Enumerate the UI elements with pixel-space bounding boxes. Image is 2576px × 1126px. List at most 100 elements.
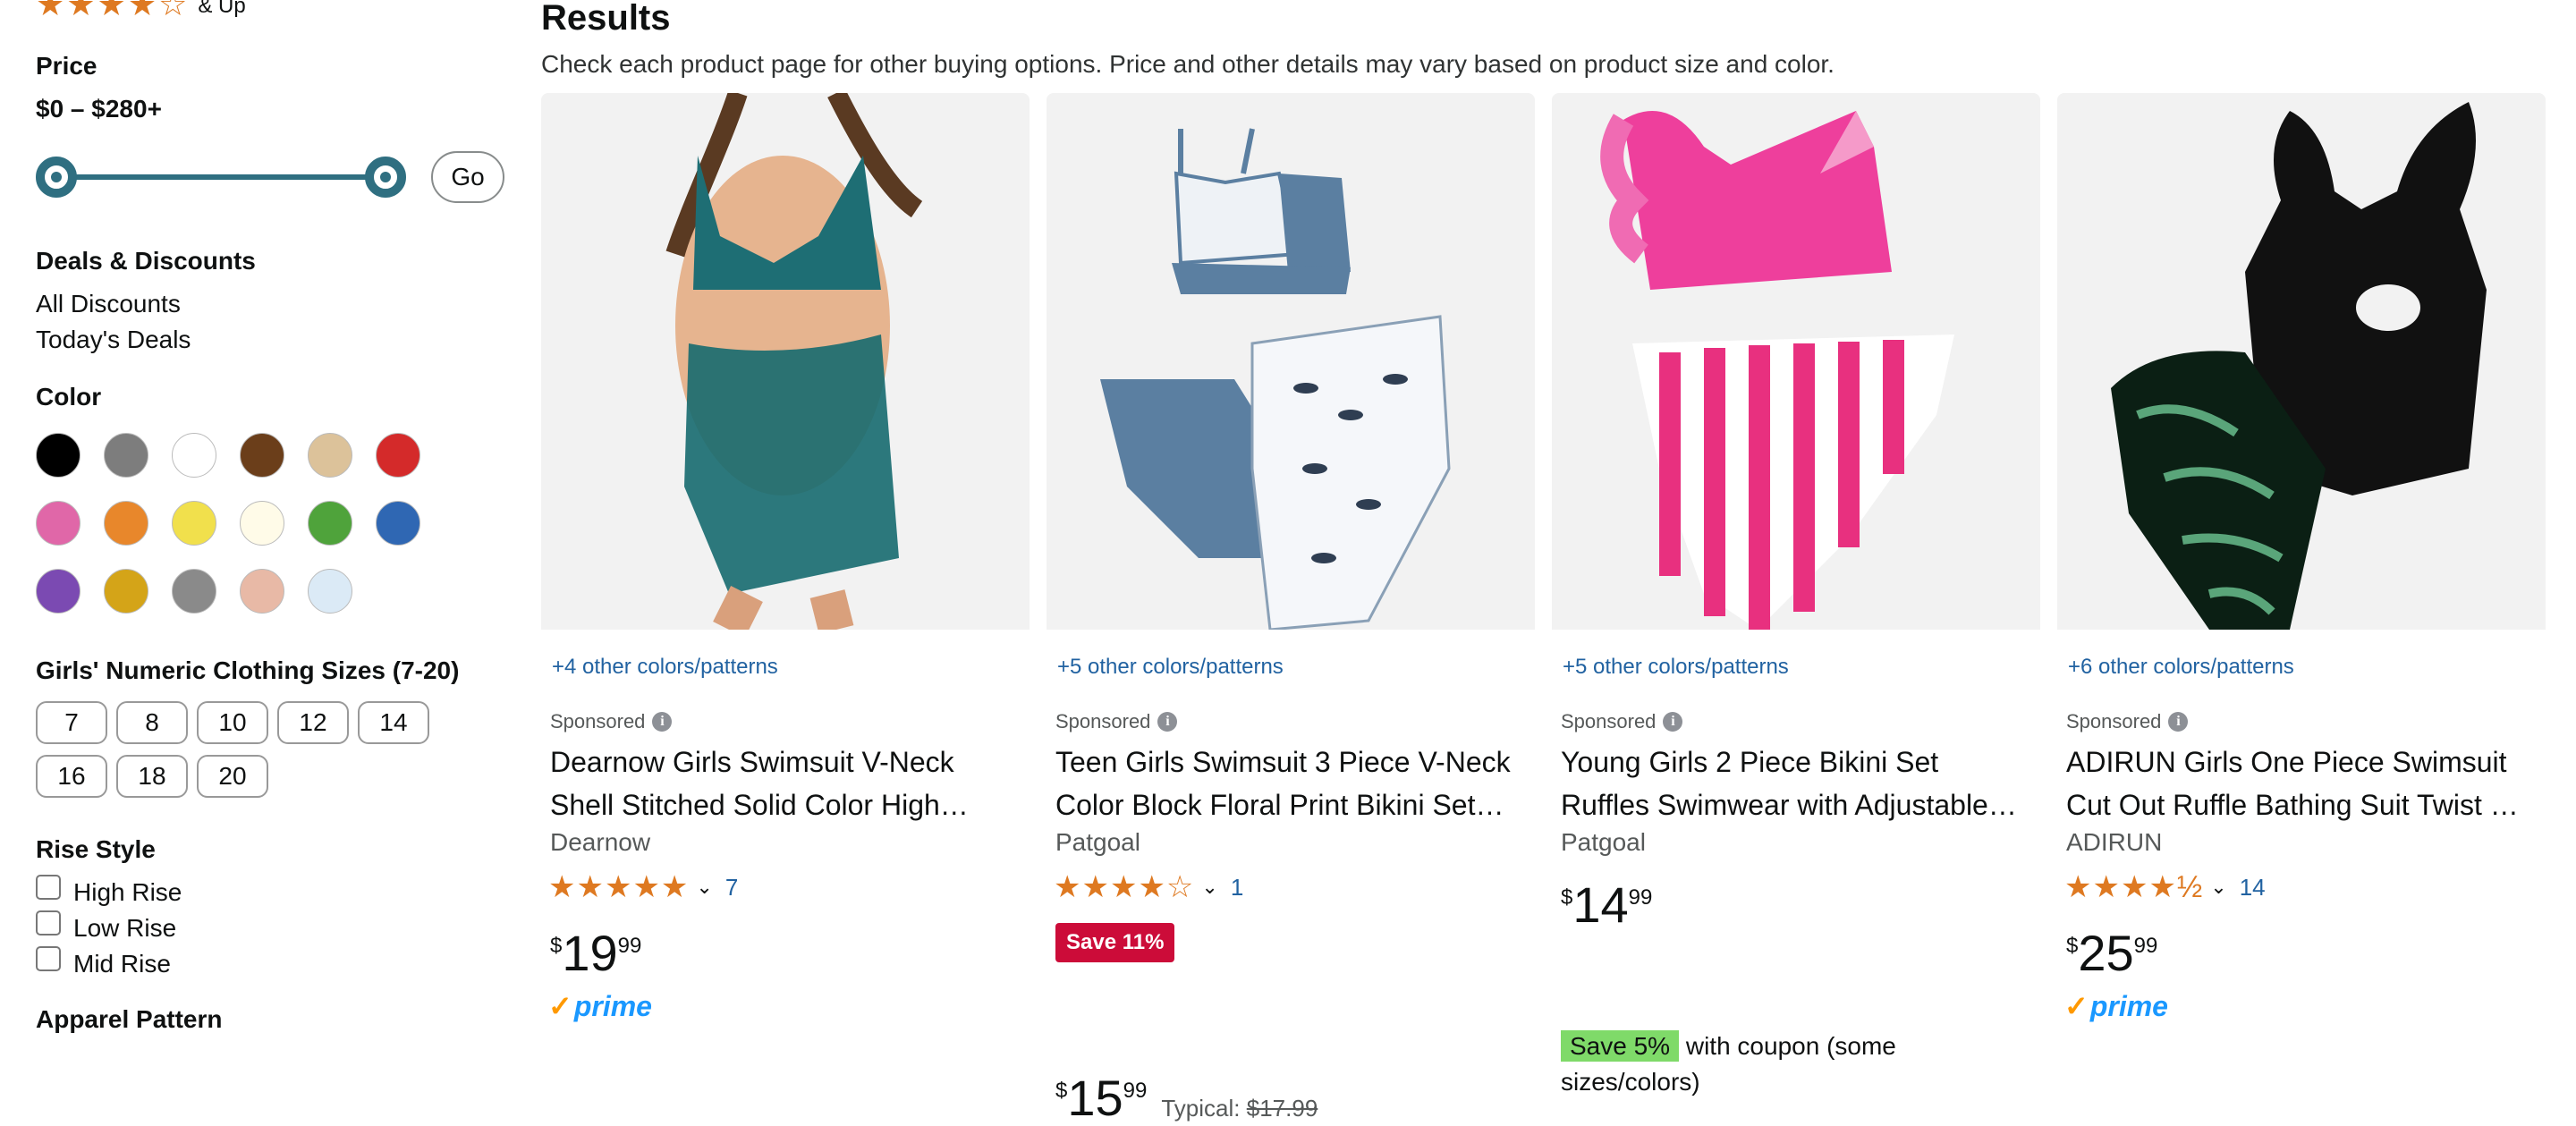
price-range-label: $0 – $280+: [36, 95, 162, 123]
deals-heading: Deals & Discounts: [36, 247, 256, 275]
results-title: Results: [541, 0, 671, 38]
rating-suffix: & Up: [198, 0, 246, 19]
price-slider-min-handle[interactable]: [36, 157, 77, 198]
product-card[interactable]: +4 other colors/patterns Sponsored i Dear…: [541, 93, 1030, 1030]
deals-item-todays-deals[interactable]: Today's Deals: [36, 326, 191, 354]
color-swatch[interactable]: [308, 501, 352, 546]
product-title-line-2[interactable]: Cut Out Ruffle Bathing Suit Twist …: [2066, 783, 2537, 826]
product-title-line-1[interactable]: Teen Girls Swimsuit 3 Piece V-Neck: [1055, 741, 1526, 783]
color-swatch[interactable]: [36, 433, 80, 478]
size-button[interactable]: 8: [116, 701, 188, 744]
sponsored-label: Sponsored i: [550, 710, 673, 733]
size-button[interactable]: 16: [36, 755, 107, 798]
product-title-line-1[interactable]: Dearnow Girls Swimsuit V-Neck: [550, 741, 1021, 783]
checkbox-low-rise[interactable]: [36, 910, 61, 936]
product-title-line-2[interactable]: Color Block Floral Print Bikini Set…: [1055, 783, 1526, 826]
info-icon[interactable]: i: [2168, 712, 2189, 732]
star-rating-icon: ★★★★½: [2064, 870, 2204, 904]
product-image[interactable]: [1046, 93, 1535, 630]
color-swatch[interactable]: [172, 569, 216, 614]
product-rating[interactable]: ★★★★★ ⌄ 7: [548, 869, 738, 905]
rating-count-link[interactable]: 1: [1231, 874, 1243, 902]
chevron-down-icon[interactable]: ⌄: [2210, 876, 2226, 899]
sponsored-label: Sponsored i: [1561, 710, 1683, 733]
other-colors-link[interactable]: +6 other colors/patterns: [2068, 655, 2294, 680]
product-card[interactable]: +5 other colors/patterns Sponsored i Youn…: [1552, 93, 2040, 1096]
rating-count-link[interactable]: 14: [2240, 874, 2266, 902]
coupon-offer[interactable]: Save 5% with coupon (some sizes/colors): [1561, 1029, 2026, 1100]
size-button[interactable]: 12: [277, 701, 349, 744]
price-fraction: 99: [1123, 1079, 1148, 1103]
price-whole: 25: [2078, 925, 2134, 981]
rating-count-link[interactable]: 7: [725, 874, 738, 902]
price-slider-track[interactable]: [57, 174, 395, 180]
product-card[interactable]: +5 other colors/patterns Sponsored i Teen…: [1046, 93, 1535, 1123]
size-button[interactable]: 20: [197, 755, 268, 798]
color-swatch[interactable]: [240, 569, 284, 614]
checkbox-high-rise[interactable]: [36, 875, 61, 900]
price-go-button[interactable]: Go: [431, 151, 504, 203]
product-price[interactable]: $15 99 Typical: $17.99: [1055, 1073, 1318, 1123]
deals-item-all-discounts[interactable]: All Discounts: [36, 290, 181, 318]
rise-label-high[interactable]: High Rise: [73, 878, 182, 907]
product-price[interactable]: $14 99: [1561, 880, 1652, 930]
product-title[interactable]: Teen Girls Swimsuit 3 Piece V-Neck Color …: [1055, 741, 1526, 826]
star-rating-icon: ★★★★★: [548, 870, 690, 904]
size-button[interactable]: 14: [358, 701, 429, 744]
product-brand: Patgoal: [1055, 828, 1140, 856]
price-whole: 19: [562, 925, 618, 981]
color-swatch[interactable]: [376, 433, 420, 478]
size-button[interactable]: 7: [36, 701, 107, 744]
info-icon[interactable]: i: [1663, 712, 1683, 732]
color-swatch[interactable]: [240, 501, 284, 546]
rise-label-mid[interactable]: Mid Rise: [73, 950, 171, 978]
color-heading: Color: [36, 383, 102, 411]
product-image[interactable]: [1552, 93, 2040, 630]
rise-label-low[interactable]: Low Rise: [73, 914, 176, 943]
product-title-line-1[interactable]: ADIRUN Girls One Piece Swimsuit: [2066, 741, 2537, 783]
checkbox-mid-rise[interactable]: [36, 946, 61, 971]
product-title[interactable]: Young Girls 2 Piece Bikini Set Ruffles Sw…: [1561, 741, 2031, 826]
color-swatch[interactable]: [172, 501, 216, 546]
product-image[interactable]: [541, 93, 1030, 630]
info-icon[interactable]: i: [1157, 712, 1178, 732]
product-title[interactable]: ADIRUN Girls One Piece Swimsuit Cut Out R…: [2066, 741, 2537, 826]
size-button[interactable]: 10: [197, 701, 268, 744]
product-price[interactable]: $19 99: [550, 928, 641, 978]
product-card[interactable]: +6 other colors/patterns Sponsored i ADIR…: [2057, 93, 2546, 1030]
coupon-badge[interactable]: Save 5%: [1561, 1030, 1680, 1062]
other-colors-link[interactable]: +5 other colors/patterns: [1563, 655, 1789, 680]
star-rating-icon: ★★★★☆: [1054, 870, 1195, 904]
price-slider-max-handle[interactable]: [365, 157, 406, 198]
product-title-line-2[interactable]: Shell Stitched Solid Color High…: [550, 783, 1021, 826]
chevron-down-icon[interactable]: ⌄: [696, 876, 712, 899]
color-swatch[interactable]: [172, 433, 216, 478]
product-rating[interactable]: ★★★★½ ⌄ 14: [2064, 869, 2266, 905]
product-price[interactable]: $25 99: [2066, 928, 2157, 978]
product-rating[interactable]: ★★★★☆ ⌄ 1: [1054, 869, 1243, 905]
chevron-down-icon[interactable]: ⌄: [1201, 876, 1217, 899]
product-title-line-1[interactable]: Young Girls 2 Piece Bikini Set: [1561, 741, 2031, 783]
prime-label: prime: [573, 990, 652, 1022]
prime-check-icon: ✓: [2064, 990, 2089, 1022]
product-image[interactable]: [2057, 93, 2546, 630]
customer-rating-filter[interactable]: ★★★★☆ & Up: [36, 0, 246, 23]
color-swatch[interactable]: [36, 501, 80, 546]
results-subtitle: Check each product page for other buying…: [541, 50, 1835, 78]
color-swatch[interactable]: [104, 501, 148, 546]
product-title-line-2[interactable]: Ruffles Swimwear with Adjustable…: [1561, 783, 2031, 826]
color-swatch[interactable]: [240, 433, 284, 478]
color-swatch[interactable]: [308, 569, 352, 614]
sponsored-text: Sponsored: [2066, 710, 2162, 732]
size-button[interactable]: 18: [116, 755, 188, 798]
color-swatch[interactable]: [36, 569, 80, 614]
other-colors-link[interactable]: +5 other colors/patterns: [1057, 655, 1284, 680]
other-colors-link[interactable]: +4 other colors/patterns: [552, 655, 778, 680]
color-swatch[interactable]: [104, 433, 148, 478]
sponsored-label: Sponsored i: [2066, 710, 2189, 733]
color-swatch[interactable]: [376, 501, 420, 546]
product-title[interactable]: Dearnow Girls Swimsuit V-Neck Shell Stitc…: [550, 741, 1021, 826]
color-swatch[interactable]: [308, 433, 352, 478]
info-icon[interactable]: i: [652, 712, 673, 732]
color-swatch[interactable]: [104, 569, 148, 614]
